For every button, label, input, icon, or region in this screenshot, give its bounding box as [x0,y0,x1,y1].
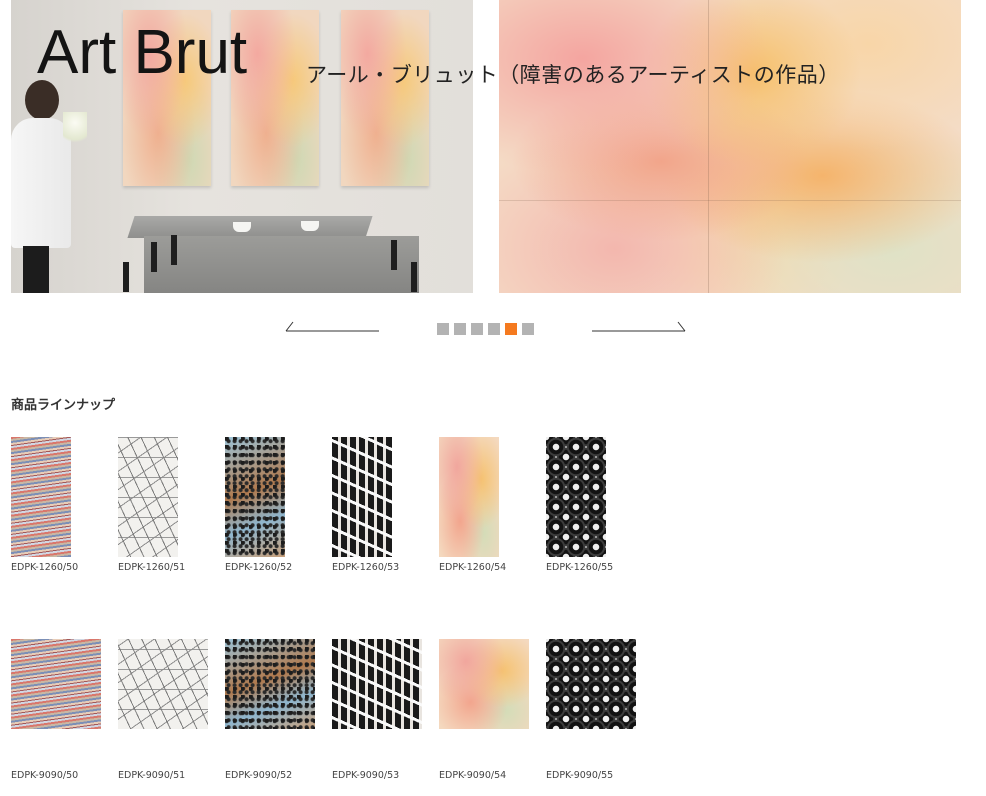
product-code[interactable]: EDPK-1260/50 [11,562,78,573]
product-thumbnail[interactable] [439,639,529,729]
panel-seam [708,0,709,293]
product-item-edpk-9090-50[interactable]: EDPK-9090/50 [11,639,101,781]
cup [301,221,319,231]
product-code[interactable]: EDPK-1260/52 [225,562,292,573]
product-thumbnail[interactable] [118,437,178,557]
product-thumbnail[interactable] [546,639,636,729]
carousel-dot-4[interactable] [488,323,500,335]
product-code[interactable]: EDPK-9090/55 [546,770,613,781]
product-item-edpk-9090-52[interactable]: EDPK-9090/52 [225,639,315,781]
cup [233,222,251,232]
product-item-edpk-1260-55[interactable]: EDPK-1260/55 [546,437,613,573]
product-thumbnail[interactable] [118,639,208,729]
product-item-edpk-1260-51[interactable]: EDPK-1260/51 [118,437,185,573]
arrow-left-icon [285,321,379,332]
product-thumbnail[interactable] [11,437,71,557]
product-code[interactable]: EDPK-1260/51 [118,562,185,573]
product-thumbnail[interactable] [439,437,499,557]
chair [171,235,177,265]
product-thumbnail[interactable] [332,639,422,729]
product-item-edpk-1260-54[interactable]: EDPK-1260/54 [439,437,506,573]
product-code[interactable]: EDPK-9090/51 [118,770,185,781]
carousel-dot-5[interactable] [505,323,517,335]
panel-seam [499,200,961,201]
product-item-edpk-1260-53[interactable]: EDPK-1260/53 [332,437,399,573]
chair [123,262,129,292]
carousel-prev-button[interactable] [284,320,380,332]
carousel-dot-2[interactable] [454,323,466,335]
product-thumbnail[interactable] [332,437,392,557]
carousel-dot-3[interactable] [471,323,483,335]
flowers [63,112,87,148]
product-item-edpk-9090-53[interactable]: EDPK-9090/53 [332,639,422,781]
product-code[interactable]: EDPK-1260/55 [546,562,613,573]
table [144,236,419,293]
product-item-edpk-9090-54[interactable]: EDPK-9090/54 [439,639,529,781]
product-thumbnail[interactable] [225,639,315,729]
section-title-product-lineup: 商品ラインナップ [11,398,116,413]
artwork-panel [341,10,429,186]
product-code[interactable]: EDPK-9090/54 [439,770,506,781]
product-item-edpk-9090-51[interactable]: EDPK-9090/51 [118,639,208,781]
product-code[interactable]: EDPK-1260/53 [332,562,399,573]
product-thumbnail[interactable] [225,437,285,557]
chair [411,262,417,292]
hero-title: Art Brut [37,18,248,87]
product-code[interactable]: EDPK-9090/50 [11,770,78,781]
product-code[interactable]: EDPK-9090/52 [225,770,292,781]
product-thumbnail[interactable] [546,437,606,557]
hero-image-artwork-closeup [499,0,961,293]
person-legs [23,246,49,293]
product-item-edpk-1260-52[interactable]: EDPK-1260/52 [225,437,292,573]
person-body [11,118,71,248]
hero-subtitle: アール・ブリュット（障害のあるアーティストの作品） [306,63,840,87]
chair [391,240,397,270]
chair [151,242,157,272]
arrow-right-icon [592,321,686,332]
product-code[interactable]: EDPK-1260/54 [439,562,506,573]
product-item-edpk-9090-55[interactable]: EDPK-9090/55 [546,639,636,781]
product-item-edpk-1260-50[interactable]: EDPK-1260/50 [11,437,78,573]
product-code[interactable]: EDPK-9090/53 [332,770,399,781]
carousel-next-button[interactable] [591,320,687,332]
carousel-dot-6[interactable] [522,323,534,335]
product-thumbnail[interactable] [11,639,101,729]
carousel-pagination [437,323,534,335]
carousel-dot-1[interactable] [437,323,449,335]
